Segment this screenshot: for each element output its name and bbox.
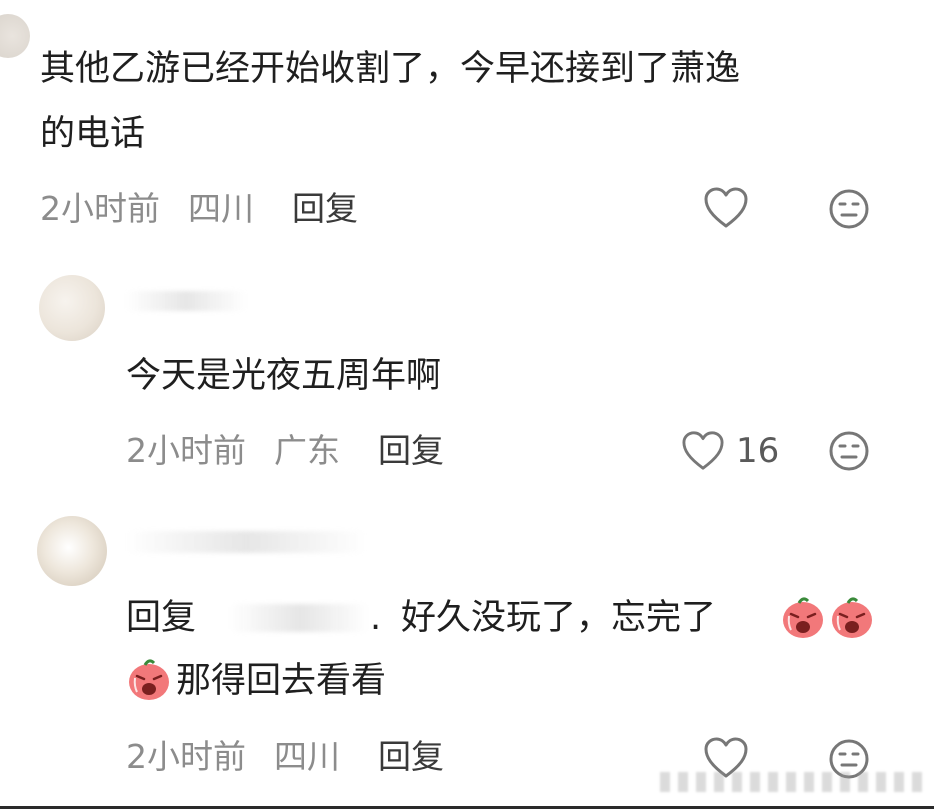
comment-location: 四川 [274, 737, 340, 776]
comment-time: 2小时前 [126, 431, 246, 470]
neutral-face-icon[interactable] [828, 188, 870, 230]
crying-tomato-emoji [129, 659, 169, 700]
comment-text: 今天是光夜五周年啊 [126, 356, 442, 396]
comment-text: 好久没玩了，忘完了 [401, 598, 717, 638]
reply-button[interactable]: 回复 [378, 740, 444, 773]
heart-outline-icon[interactable] [703, 186, 749, 230]
reply-prefix: 回复 [126, 598, 197, 638]
comment-location: 四川 [188, 189, 254, 228]
crying-tomato-emoji [832, 597, 872, 638]
separator-dot: . [370, 598, 382, 638]
avatar[interactable] [39, 275, 105, 341]
comment-text: 其他乙游已经开始收割了，今早还接到了萧逸 [40, 49, 741, 89]
like-count: 16 [736, 431, 780, 471]
reply-button[interactable]: 回复 [292, 192, 358, 225]
crying-tomato-emoji [783, 597, 823, 638]
username-redacted[interactable] [126, 531, 366, 553]
comment-time: 2小时前 [126, 737, 246, 776]
comment-location: 广东 [274, 431, 340, 470]
mentioned-user-redacted[interactable] [230, 604, 370, 632]
heart-outline-icon[interactable] [681, 430, 725, 472]
avatar[interactable] [37, 516, 107, 586]
avatar[interactable] [0, 14, 30, 58]
neutral-face-icon[interactable] [828, 430, 870, 472]
comment-time: 2小时前 [40, 189, 160, 228]
comment-text: 的电话 [40, 114, 146, 154]
username-redacted[interactable] [126, 291, 246, 311]
comment-text: 那得回去看看 [176, 661, 387, 701]
reply-button[interactable]: 回复 [378, 434, 444, 467]
watermark [660, 772, 930, 792]
